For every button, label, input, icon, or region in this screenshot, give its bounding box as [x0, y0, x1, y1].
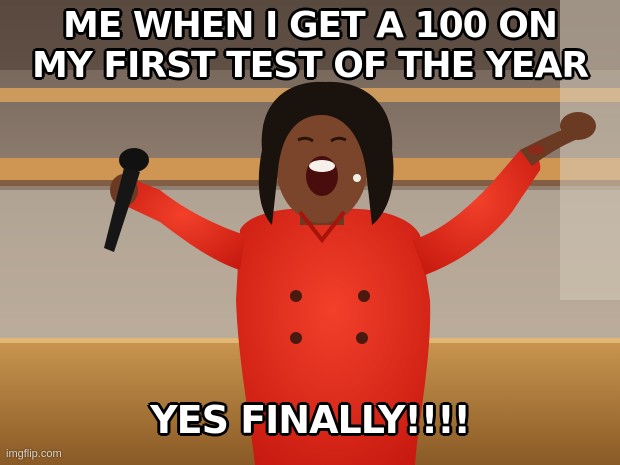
bottom-caption: YES FINALLY!!!!	[150, 398, 471, 442]
imgflip-watermark: imgflip.com	[6, 448, 62, 460]
top-caption: ME WHEN I GET A 100 ON MY FIRST TEST OF …	[0, 6, 620, 86]
top-caption-line-2: MY FIRST TEST OF THE YEAR	[31, 45, 589, 86]
top-caption-line-1: ME WHEN I GET A 100 ON	[62, 5, 558, 46]
meme-image: ME WHEN I GET A 100 ON MY FIRST TEST OF …	[0, 0, 620, 465]
